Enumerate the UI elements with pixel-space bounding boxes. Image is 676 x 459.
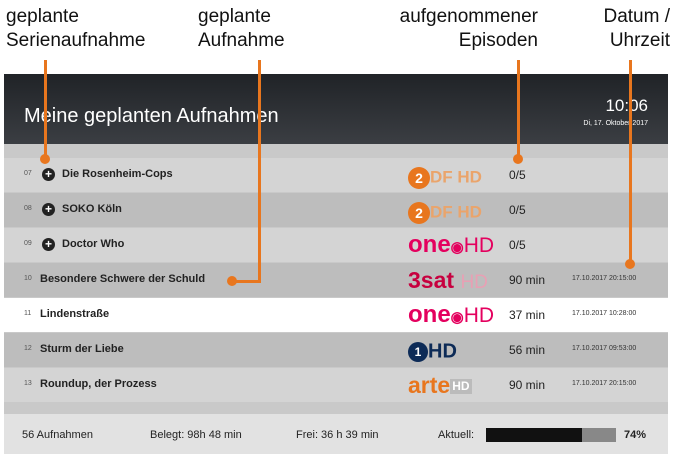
row-number: 11: [24, 310, 32, 317]
recording-title: Lindenstraße: [40, 308, 110, 320]
clock: 10:06: [605, 96, 648, 115]
recording-datetime: 17.10.2017 10:28:00: [572, 310, 637, 317]
leader-recording: [258, 60, 261, 282]
series-plus-icon: +: [42, 203, 55, 216]
recording-info: 37 min: [509, 308, 546, 322]
series-plus-icon: +: [42, 168, 55, 181]
annotation-recording: geplante Aufnahme: [198, 6, 285, 51]
leader-dot-episodes: [513, 154, 523, 164]
row-number: 12: [24, 345, 32, 352]
recording-row[interactable]: 11 Lindenstraße one◉HD 37 min 17.10.2017 10:…: [4, 298, 668, 332]
channel-logo-one: one◉HD: [408, 231, 495, 258]
status-footer: 56 Aufnahmen Belegt: 98h 48 min Frei: 36…: [4, 414, 668, 454]
recording-info: 0/5: [509, 168, 526, 182]
leader-dot-datetime: [625, 259, 635, 269]
recording-title: Doctor Who: [62, 238, 125, 250]
row-number: 08: [24, 205, 32, 212]
header-bar: Meine geplanten Aufnahmen 10:06 Di, 17. …: [4, 74, 668, 144]
recording-title: Besondere Schwere der Schuld: [40, 273, 206, 285]
recording-info: 90 min: [509, 273, 546, 287]
recording-row[interactable]: 08 + SOKO Köln 2 DF HD 0/5: [4, 193, 668, 227]
recording-title: Die Rosenheim-Cops: [62, 168, 173, 180]
recording-row[interactable]: 13 Roundup, der Prozess arte HD 90 min 17.10.…: [4, 368, 668, 402]
recording-row[interactable]: 07 + Die Rosenheim-Cops 2 DF HD 0/5: [4, 158, 668, 192]
channel-logo-zdf: 2 DF HD: [408, 197, 504, 224]
date-label: Di, 17. Oktober 2017: [583, 120, 648, 127]
storage-percent: 74%: [624, 429, 647, 441]
annotation-series-recording: geplante Serienaufnahme: [6, 6, 146, 51]
recording-title: SOKO Köln: [62, 203, 122, 215]
annotation-episodes: aufgenommener Episoden: [399, 6, 538, 51]
page-title: Meine geplanten Aufnahmen: [24, 105, 279, 127]
recordings-screen: Meine geplanten Aufnahmen 10:06 Di, 17. …: [4, 74, 668, 454]
channel-logo-ard: 1 HD: [408, 337, 504, 363]
recording-info: 56 min: [509, 343, 546, 357]
channel-logo-zdf: 2 DF HD: [408, 162, 504, 189]
recording-datetime: 17.10.2017 09:53:00: [572, 345, 637, 352]
leader-dot-series: [40, 154, 50, 164]
recording-info: 0/5: [509, 238, 526, 252]
recording-title: Sturm der Liebe: [40, 343, 124, 355]
storage-progress-bar: [486, 428, 616, 442]
leader-datetime: [629, 60, 632, 262]
channel-logo-arte: arte HD: [408, 372, 472, 398]
recording-count: 56 Aufnahmen: [22, 429, 93, 441]
channel-logo-one: one◉HD: [408, 301, 495, 328]
channel-logo-3sat: 3sat HD: [408, 267, 488, 293]
recording-info: 0/5: [509, 203, 526, 217]
leader-dot-recording: [227, 276, 237, 286]
recording-datetime: 17.10.2017 20:15:00: [572, 275, 637, 282]
recording-info: 90 min: [509, 378, 546, 392]
recording-title: Roundup, der Prozess: [40, 378, 157, 390]
annotation-datetime: Datum / Uhrzeit: [603, 6, 670, 51]
series-plus-icon: +: [42, 238, 55, 251]
recording-row[interactable]: 10 Besondere Schwere der Schuld 3sat HD 90 …: [4, 263, 668, 297]
row-number: 10: [24, 275, 32, 282]
row-number: 13: [24, 380, 32, 387]
row-number: 07: [24, 170, 32, 177]
current-label: Aktuell:: [438, 429, 475, 441]
leader-episodes: [517, 60, 520, 158]
leader-series: [44, 60, 47, 158]
used-space: Belegt: 98h 48 min: [150, 429, 242, 441]
storage-progress-fill: [486, 428, 583, 442]
recording-row[interactable]: 12 Sturm der Liebe 1 HD 56 min 17.10.2017 09:…: [4, 333, 668, 367]
recording-datetime: 17.10.2017 20:15:00: [572, 380, 637, 387]
row-number: 09: [24, 240, 32, 247]
recording-row[interactable]: 09 + Doctor Who one◉HD 0/5: [4, 228, 668, 262]
free-space: Frei: 36 h 39 min: [296, 429, 379, 441]
